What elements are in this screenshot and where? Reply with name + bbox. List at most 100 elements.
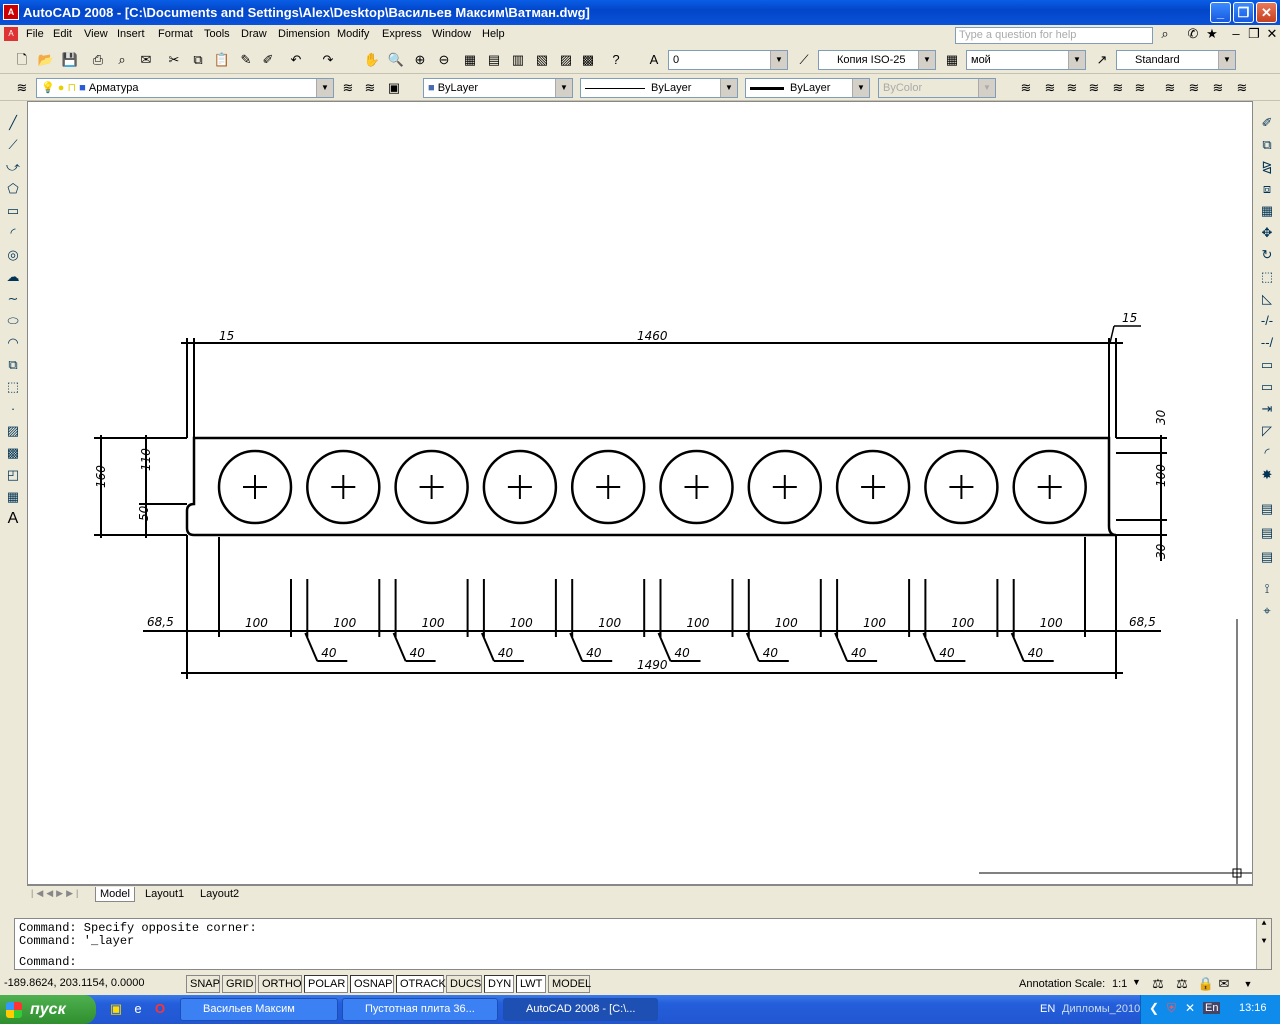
help-search-input[interactable]: Type a question for help [955,27,1153,44]
layer-freeze-icon[interactable]: ≋ [1084,78,1104,98]
layer-lock-tool-icon[interactable]: ≋ [1108,78,1128,98]
gradient-icon[interactable]: ▩ [1,442,25,464]
text-style-icon[interactable]: A [644,50,664,70]
coordinate-readout[interactable]: -189.8624, 203.1154, 0.0000 [4,977,180,993]
revision-cloud-icon[interactable]: ☁ [1,266,25,288]
taskbar-folder-label[interactable]: Дипломы_2010 [1062,1003,1140,1015]
table-style-icon[interactable]: ▦ [942,50,962,70]
layer-walk-icon[interactable]: ≋ [1184,78,1204,98]
layer-delete-icon[interactable]: ≋ [1232,78,1252,98]
language-indicator[interactable]: EN [1040,1003,1055,1015]
zoom-realtime-icon[interactable]: 🔍 [386,50,406,70]
layer-value-combo[interactable]: 0 ▼ [668,50,788,70]
point-icon[interactable]: · [1,398,25,420]
block-editor-icon[interactable]: ✐ [258,50,278,70]
menu-tools[interactable]: Tools [204,28,230,40]
spline-icon[interactable]: ∼ [1,288,25,310]
ducs-toggle[interactable]: DUCS [446,975,482,993]
text-style-combo[interactable]: мой ▼ [966,50,1086,70]
model-toggle[interactable]: MODEL [548,975,591,993]
multiline-text-icon[interactable]: A [1,508,25,530]
dim-style-icon[interactable]: ⟋ [794,50,814,70]
layer-unlock-icon[interactable]: ≋ [1130,78,1150,98]
table-style-combo[interactable]: Standard ▼ [1116,50,1236,70]
rotate-icon[interactable]: ↻ [1255,244,1279,266]
snap-toggle[interactable]: SNAP [186,975,220,993]
markup-set-icon[interactable]: ▨ [556,50,576,70]
sheet-set-icon[interactable]: ▧ [532,50,552,70]
tray-arrow-icon[interactable]: ❮ [1149,1001,1159,1015]
keyboard-layout-indicator[interactable]: En [1203,1002,1221,1014]
zoom-previous-icon[interactable]: ⊖ [434,50,454,70]
layer-uniso-icon[interactable]: ≋ [1040,78,1060,98]
annotation-scale-value[interactable]: 1:1 [1112,978,1127,990]
ortho-toggle[interactable]: ORTHO [258,975,302,993]
join-icon[interactable]: ⇥ [1255,398,1279,420]
match-properties-icon[interactable]: ✎ [236,50,256,70]
doc-close-button[interactable]: ✕ [1262,25,1280,43]
menu-draw[interactable]: Draw [241,28,267,40]
new-file-icon[interactable]: 🗋 [12,50,32,70]
favorites-star-icon[interactable]: ★ [1202,25,1222,43]
multileader-style-icon[interactable]: ↗ [1092,50,1112,70]
layer-merge-icon[interactable]: ≋ [1208,78,1228,98]
ellipse-icon[interactable]: ⬭ [1,310,25,332]
plot-preview-icon[interactable]: ⌕ [112,50,132,70]
menu-file[interactable]: File [26,28,44,40]
tab-layout1[interactable]: Layout1 [141,887,188,902]
color-combo[interactable]: ■ ByLayer ▼ [423,78,573,98]
layer-iso-icon[interactable]: ≋ [1016,78,1036,98]
toolbar-lock-icon[interactable]: 🔒 [1196,974,1216,994]
document-icon[interactable]: A [4,27,18,41]
menu-express[interactable]: Express [382,28,422,40]
redo-icon[interactable]: ↷ [318,50,338,70]
dim-style-combo[interactable]: Копия ISO-25 ▼ [818,50,936,70]
break-at-point-icon[interactable]: ▭ [1255,354,1279,376]
layer-state-icon[interactable]: ▣ [384,78,404,98]
task-autocad[interactable]: AutoCAD 2008 - [C:\... [503,998,658,1021]
search-icon[interactable]: ⌕ [1155,25,1175,43]
text-edit-icon[interactable]: ⌖ [1255,600,1279,622]
help-icon[interactable]: ? [606,50,626,70]
publish-icon[interactable]: ✉ [136,50,156,70]
rectangle-icon[interactable]: ▭ [1,200,25,222]
make-block-icon[interactable]: ⬚ [1,376,25,398]
tab-model[interactable]: Model [95,887,135,902]
lwt-toggle[interactable]: LWT [516,975,546,993]
dyn-toggle[interactable]: DYN [484,975,514,993]
maximize-button[interactable]: ❐ [1233,2,1254,23]
menu-modify[interactable]: Modify [337,28,369,40]
undo-icon[interactable]: ↶ [286,50,306,70]
command-prompt[interactable]: Command: [19,955,77,969]
otrack-toggle[interactable]: OTRACK [396,975,446,993]
menu-edit[interactable]: Edit [53,28,72,40]
task-word-document[interactable]: Пустотная плита 36... [342,998,498,1021]
doc-restore-button[interactable]: ❐ [1244,25,1264,43]
ellipse-arc-icon[interactable]: ◠ [1,332,25,354]
line-icon[interactable]: ╱ [1,112,25,134]
draw-order-icon[interactable]: ▤ [1255,498,1279,520]
comm-center-icon[interactable]: ✉ [1214,974,1234,994]
arc-icon[interactable]: ◜ [1,222,25,244]
polar-toggle[interactable]: POLAR [304,975,348,993]
scale-icon[interactable]: ⬚ [1255,266,1279,288]
command-window[interactable]: Command: Specify opposite corner: Comman… [14,918,1272,970]
trim-icon[interactable]: -/- [1255,310,1279,332]
grid-toggle[interactable]: GRID [222,975,256,993]
communication-center-icon[interactable]: ✆ [1183,25,1203,43]
layer-make-current-icon[interactable]: ≋ [338,78,358,98]
pan-icon[interactable]: ✋ [362,50,382,70]
erase-icon[interactable]: ✐ [1255,112,1279,134]
linetype-combo[interactable]: ByLayer ▼ [580,78,738,98]
explode-icon[interactable]: ✸ [1255,464,1279,486]
drawing-canvas[interactable]: 15 1460 15 160 110 50 30 100 30 68,5 68,… [27,101,1253,885]
copy-object-icon[interactable]: ⧉ [1255,134,1279,156]
layer-previous-icon[interactable]: ≋ [360,78,380,98]
doc-minimize-button[interactable]: – [1226,25,1246,43]
paste-icon[interactable]: 📋 [212,50,232,70]
tab-layout2[interactable]: Layout2 [196,887,243,902]
menu-dimension[interactable]: Dimension [278,28,330,40]
zoom-window-icon[interactable]: ⊕ [410,50,430,70]
table-icon[interactable]: ▦ [1,486,25,508]
osnap-toggle[interactable]: OSNAP [350,975,394,993]
